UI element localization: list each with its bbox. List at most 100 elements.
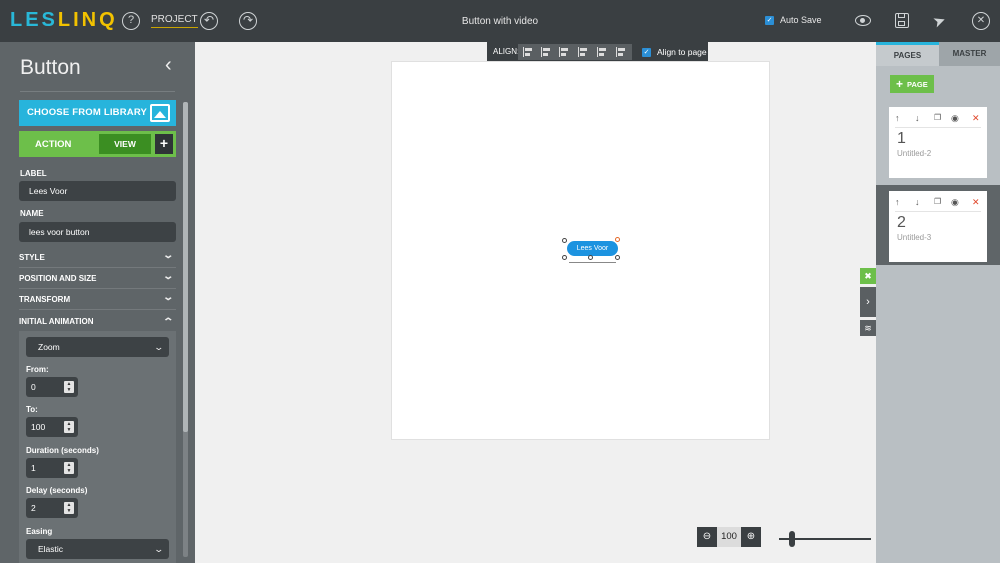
chevron-right-icon[interactable]: › [860,287,876,317]
project-link[interactable]: PROJECT [151,14,198,28]
initial-animation-body: Zoom ⌄ From: 0 ▲ ▼ To: 100 ▲ ▼ Duration (s… [19,331,176,563]
align-middle-vertical-icon[interactable] [597,47,607,57]
move-down-icon[interactable]: ↓ [915,197,920,207]
divider [895,127,981,128]
align-to-page-checkbox[interactable]: ✓ [642,47,651,57]
to-input[interactable]: 100 ▲ ▼ [26,417,78,437]
selection-baseline [569,258,616,263]
rotate-handle[interactable] [615,237,620,242]
name-heading: NAME [20,209,44,218]
top-bar: LESLINQ ? PROJECT ↶ ↷ Button with video … [0,0,1000,42]
save-icon[interactable] [895,13,909,28]
autosave-toggle[interactable]: ✓ Auto Save [765,15,822,25]
move-up-icon[interactable]: ↑ [895,197,900,207]
align-center-horizontal-icon[interactable] [541,47,551,57]
page-number: 1 [897,130,906,147]
align-right-icon[interactable] [559,47,569,57]
choose-from-library-button[interactable]: CHOOSE FROM LIBRARY [19,100,176,126]
easing-select[interactable]: Elastic ⌄ [26,539,169,559]
chevron-down-icon: ⌄ [161,292,174,303]
align-left-icon[interactable] [523,47,533,57]
layers-icon[interactable]: ≋ [860,320,876,336]
resize-handle[interactable] [562,238,567,243]
page-tools: ↑ ↓ ❐ ◉ ✕ [889,113,987,125]
zoom-control: ⊖ 100 ⊕ [697,527,761,547]
preview-eye-icon[interactable] [855,15,871,26]
from-input[interactable]: 0 ▲ ▼ [26,377,78,397]
tab-master[interactable]: MASTER [939,42,1000,66]
animation-type-select[interactable]: Zoom ⌄ [26,337,169,357]
autosave-checkbox[interactable]: ✓ [765,15,774,25]
delay-value: 2 [31,503,36,513]
redo-icon[interactable]: ↷ [239,12,257,30]
app-logo[interactable]: LESLINQ [10,9,118,32]
stepper-icon[interactable]: ▲ ▼ [64,381,74,393]
tools-icon[interactable]: ✖ [860,268,876,284]
image-icon [150,104,170,122]
stepper-icon[interactable]: ▲ ▼ [64,502,74,514]
zoom-slider[interactable] [779,531,871,547]
resize-handle[interactable] [562,255,567,260]
duplicate-icon[interactable]: ❐ [934,197,941,206]
tab-pages[interactable]: PAGES [876,42,939,66]
from-value: 0 [31,382,36,392]
add-page-button[interactable]: + PAGE [890,75,934,93]
align-top-icon[interactable] [578,47,588,57]
move-down-icon[interactable]: ↓ [915,113,920,123]
to-label: To: [26,405,38,414]
delay-input[interactable]: 2 ▲ ▼ [26,498,78,518]
document-title: Button with video [461,16,539,27]
label-field[interactable]: Lees Voor [19,181,176,201]
zoom-out-icon[interactable]: ⊖ [697,527,717,547]
section-initial-animation[interactable]: INITIAL ANIMATION ⌃ [19,311,176,332]
duration-label: Duration (seconds) [26,446,99,455]
logo-part2: LINQ [57,9,118,31]
publish-send-icon[interactable]: ➤ [930,10,949,31]
section-transform[interactable]: TRANSFORM ⌄ [19,289,176,310]
name-field[interactable]: lees voor button [19,222,176,242]
action-label: ACTION [35,139,72,150]
section-style[interactable]: STYLE ⌄ [19,247,176,268]
autosave-label: Auto Save [780,15,822,25]
preview-eye-icon[interactable]: ◉ [951,197,959,208]
page-name: Untitled-2 [897,149,932,158]
easing-label: Easing [26,527,53,536]
stepper-icon[interactable]: ▲ ▼ [64,462,74,474]
align-bottom-icon[interactable] [616,47,626,57]
to-value: 100 [31,422,46,432]
animation-type-value: Zoom [38,342,60,352]
stepper-icon[interactable]: ▲ ▼ [64,421,74,433]
move-up-icon[interactable]: ↑ [895,113,900,123]
zoom-in-icon[interactable]: ⊕ [741,527,761,547]
section-position-size[interactable]: POSITION AND SIZE ⌄ [19,268,176,289]
logo-part1: LES [10,9,58,31]
delete-icon[interactable]: ✕ [972,197,980,208]
align-to-page-toggle[interactable]: ✓ Align to page [642,47,707,57]
page-number: 2 [897,214,906,231]
chevron-down-icon: ⌄ [161,271,174,282]
delete-icon[interactable]: ✕ [972,113,980,124]
chevron-left-icon[interactable]: ‹ [165,54,172,77]
help-icon[interactable]: ? [122,12,140,30]
undo-icon[interactable]: ↶ [200,12,218,30]
add-action-button[interactable]: + [155,134,173,154]
page-card[interactable]: ↑ ↓ ❐ ◉ ✕ 2 Untitled-3 [889,191,987,262]
preview-eye-icon[interactable]: ◉ [951,113,959,124]
plus-icon: + [896,77,904,91]
close-icon[interactable]: ✕ [972,12,990,30]
page-card[interactable]: ↑ ↓ ❐ ◉ ✕ 1 Untitled-2 [889,107,987,178]
duplicate-icon[interactable]: ❐ [934,113,941,122]
scrollbar-thumb[interactable] [183,102,188,432]
chevron-down-icon: ⌄ [153,544,165,554]
page-thumbnail-2[interactable]: ↑ ↓ ❐ ◉ ✕ 2 Untitled-3 [876,185,1000,265]
chevron-up-icon: ⌃ [161,317,174,328]
duration-input[interactable]: 1 ▲ ▼ [26,458,78,478]
panel-scrollbar[interactable] [183,102,188,557]
page-thumbnail-1[interactable]: ↑ ↓ ❐ ◉ ✕ 1 Untitled-2 [876,101,1000,181]
document-title-wrap: Button with video [0,16,1000,27]
view-action-button[interactable]: VIEW [99,134,151,154]
pages-panel: PAGES MASTER + PAGE ↑ ↓ ❐ ◉ ✕ 1 Untitled-… [876,42,1000,563]
selected-button-element[interactable]: Lees Voor [567,241,618,256]
zoom-slider-knob[interactable] [789,531,795,547]
zoom-value[interactable]: 100 [717,527,741,547]
